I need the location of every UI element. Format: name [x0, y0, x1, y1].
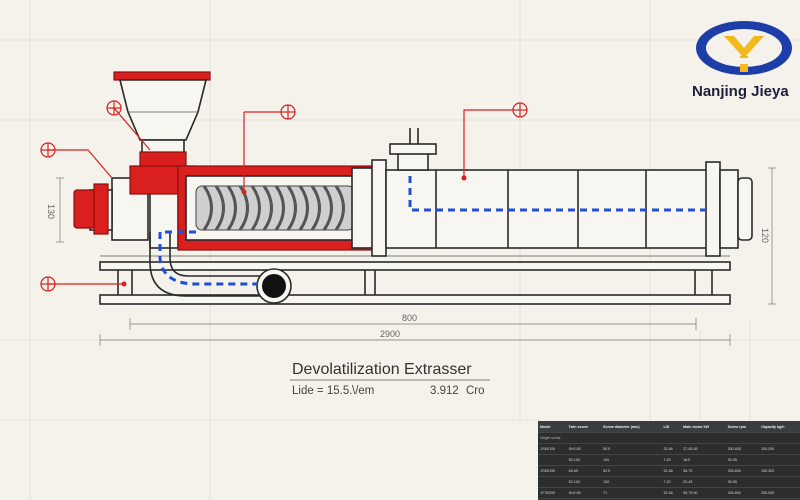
header-capacity: Capacity kg/h [759, 421, 800, 433]
formula-left: Lide = 15.5. [292, 385, 352, 397]
header-rpm: Screw rpm [725, 421, 760, 433]
table-cell [759, 476, 800, 488]
table-cell: 55-75-90 [681, 487, 726, 499]
barrel-screw-section [177, 159, 387, 257]
table-cell: 50.5 [601, 443, 662, 455]
table-cell: SHJ-65 [566, 487, 602, 499]
table-cell [759, 454, 800, 466]
table-row: 52-100 100 7-20 22-45 30-95 [538, 476, 800, 488]
table-cell: 30-95 [725, 454, 760, 466]
spec-table-grid: Model Twin screw Screw diameter (mm) L/D… [538, 421, 800, 500]
table-cell: 62.5 [601, 465, 662, 477]
table-cell: 71 [601, 487, 662, 499]
brand-logo [696, 21, 792, 75]
dim-height-right: 120 [760, 228, 770, 243]
brand-name: Nanjing Jieya [692, 83, 789, 100]
table-cell: 100 [601, 454, 662, 466]
table-cell: 30-95 [725, 476, 760, 488]
dim-length-inner: 800 [402, 313, 417, 323]
table-row: JY65/150 65-65 62.5 32-48 55-75 300-600 150-30… [538, 465, 800, 477]
table-cell [538, 454, 567, 466]
formula-left-unit: \/em [352, 385, 374, 397]
table-cell: 250-500 [759, 487, 800, 499]
formula-right: 3.912 [430, 385, 459, 397]
table-cell: 7-20 [661, 454, 682, 466]
spec-table: Model Twin screw Screw diameter (mm) L/D… [538, 421, 800, 500]
table-cell: 37-45-55 [681, 443, 726, 455]
table-cell: 150-300 [759, 465, 800, 477]
table-cell: 300-600 [725, 443, 760, 455]
header-ld: L/D [661, 421, 682, 433]
table-cell: JY50/100 [538, 443, 567, 455]
table-cell: 22-45 [681, 476, 726, 488]
table-cell: 32-48 [661, 465, 682, 477]
spec-table-body: Single screw JY50/100 SHJ-50 50.5 32-48 37-45… [538, 432, 800, 500]
drawing-title: Devolatilization Extrasser [292, 361, 472, 378]
table-row: 50-100 100 7-20 18.5 30-95 [538, 454, 800, 466]
header-twin-screw: Twin screw [566, 421, 602, 433]
dim-length-total: 2900 [380, 329, 400, 339]
table-cell: JY75/200 [538, 487, 567, 499]
table-cell: 18.5 [681, 454, 726, 466]
table-group-label: Single screw [538, 432, 800, 444]
table-cell: 300-600 [725, 487, 760, 499]
dim-height-left: 130 [46, 204, 56, 219]
table-cell: 52-100 [566, 476, 602, 488]
header-screw-diameter: Screw diameter (mm) [601, 421, 662, 433]
table-cell: 55-75 [681, 465, 726, 477]
table-cell: 7-20 [661, 476, 682, 488]
table-row: JY50/100 SHJ-50 50.5 32-48 37-45-55 300-600 10… [538, 443, 800, 455]
formula-right-unit: Cro [466, 385, 485, 397]
table-cell: 32-48 [661, 443, 682, 455]
table-cell: 100-200 [759, 443, 800, 455]
table-cell: 100 [601, 476, 662, 488]
table-cell: 300-600 [725, 465, 760, 477]
spec-table-header: Model Twin screw Screw diameter (mm) L/D… [538, 421, 800, 433]
table-row: Single screw [538, 432, 800, 444]
table-cell [538, 476, 567, 488]
table-cell: 65-65 [566, 465, 602, 477]
table-cell: 50-100 [566, 454, 602, 466]
table-cell: 32-48 [661, 487, 682, 499]
table-cell: JY65/150 [538, 465, 567, 477]
header-motor: Main motor kW [681, 421, 726, 433]
table-row: JY75/200 SHJ-65 71 32-48 55-75-90 300-600 250-… [538, 487, 800, 499]
devolatilization-tube [385, 128, 753, 257]
table-cell: SHJ-50 [566, 443, 602, 455]
header-model: Model [538, 421, 567, 433]
